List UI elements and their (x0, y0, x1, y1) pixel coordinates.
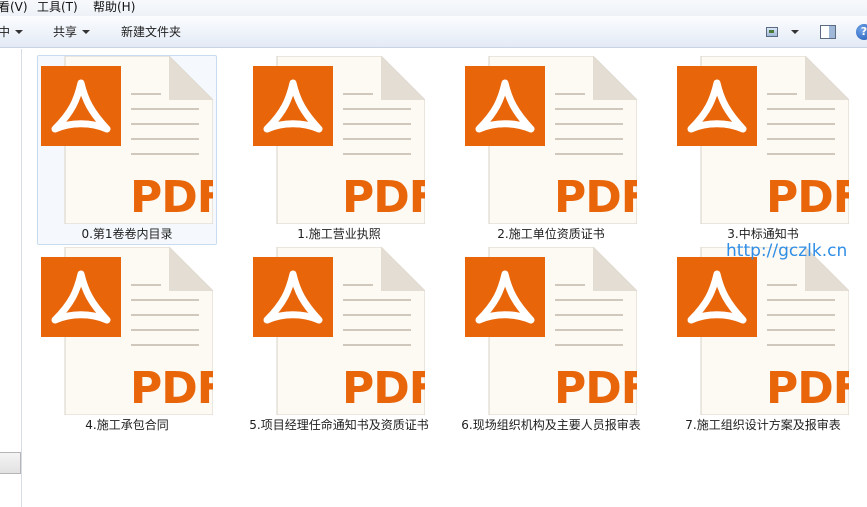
file-item[interactable]: PDF 5.项目经理任命通知书及资质证书 (249, 246, 429, 436)
pdf-badge-text: PDF (554, 172, 637, 223)
pdf-file-icon: PDF (253, 247, 425, 415)
file-name: 5.项目经理任命通知书及资质证书 (249, 418, 429, 432)
file-item[interactable]: PDF 7.施工组织设计方案及报审表 (673, 246, 853, 436)
pdf-badge-text: PDF (766, 172, 849, 223)
command-bar: 中 共享 新建文件夹 ? (0, 16, 867, 48)
pdf-file-icon: PDF (253, 56, 425, 224)
file-name: 0.第1卷卷内目录 (81, 227, 173, 241)
menu-bar: 看(V) 工具(T) 帮助(H) (0, 0, 867, 16)
pdf-badge-text: PDF (130, 363, 213, 414)
navigation-pane-scroll-thumb[interactable] (0, 452, 21, 474)
file-name: 2.施工单位资质证书 (497, 227, 605, 241)
file-name: 6.现场组织机构及主要人员报审表 (461, 418, 641, 432)
include-in-library-button[interactable]: 中 (0, 16, 24, 48)
chevron-down-icon[interactable] (791, 30, 799, 34)
preview-pane-icon[interactable] (820, 25, 836, 39)
pdf-badge-text: PDF (342, 363, 425, 414)
pdf-badge-text: PDF (766, 363, 849, 414)
pdf-badge-text: PDF (554, 363, 637, 414)
include-in-library-label: 中 (0, 25, 11, 39)
file-name: 1.施工营业执照 (297, 227, 381, 241)
share-label: 共享 (53, 25, 78, 39)
chevron-down-icon (82, 29, 91, 34)
watermark-text: http://gczlk.cn (726, 241, 848, 261)
menu-help[interactable]: 帮助(H) (93, 0, 135, 16)
share-button[interactable]: 共享 (53, 16, 91, 48)
pdf-file-icon: PDF (677, 56, 849, 224)
file-item[interactable]: PDF 2.施工单位资质证书 (461, 55, 641, 245)
chevron-down-icon (15, 29, 24, 34)
file-name: 3.中标通知书 (727, 227, 799, 241)
file-item[interactable]: PDF 6.现场组织机构及主要人员报审表 (461, 246, 641, 436)
navigation-pane[interactable] (0, 49, 22, 507)
file-name: 7.施工组织设计方案及报审表 (685, 418, 841, 432)
file-item[interactable]: PDF 1.施工营业执照 (249, 55, 429, 245)
help-icon[interactable]: ? (856, 24, 867, 40)
pdf-file-icon: PDF (41, 247, 213, 415)
file-item[interactable]: PDF 0.第1卷卷内目录 (37, 55, 217, 245)
view-toggle-icon[interactable] (766, 27, 778, 37)
pdf-file-icon: PDF (677, 247, 849, 415)
pdf-file-icon: PDF (465, 56, 637, 224)
pdf-badge-text: PDF (342, 172, 425, 223)
pdf-badge-text: PDF (130, 172, 213, 223)
file-item[interactable]: PDF 4.施工承包合同 (37, 246, 217, 436)
pdf-file-icon: PDF (465, 247, 637, 415)
file-name: 4.施工承包合同 (85, 418, 169, 432)
menu-view[interactable]: 看(V) (0, 0, 28, 16)
pdf-file-icon: PDF (41, 56, 213, 224)
file-item[interactable]: PDF 3.中标通知书 (673, 55, 853, 245)
new-folder-button[interactable]: 新建文件夹 (121, 16, 181, 48)
menu-tools[interactable]: 工具(T) (37, 0, 78, 16)
